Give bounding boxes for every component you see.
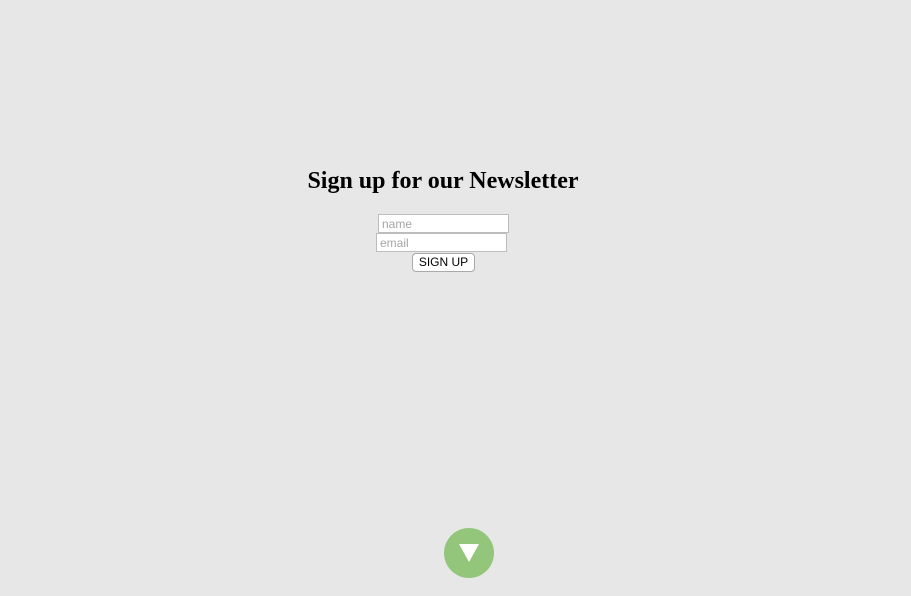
scroll-down-button[interactable] <box>444 528 494 578</box>
page: Sign up for our Newsletter SIGN UP <box>0 0 911 596</box>
triangle-down-icon <box>459 544 479 562</box>
newsletter-heading: Sign up for our Newsletter <box>307 168 579 194</box>
sign-up-button[interactable]: SIGN UP <box>412 253 475 272</box>
name-input[interactable] <box>378 214 509 233</box>
email-input[interactable] <box>376 233 507 252</box>
